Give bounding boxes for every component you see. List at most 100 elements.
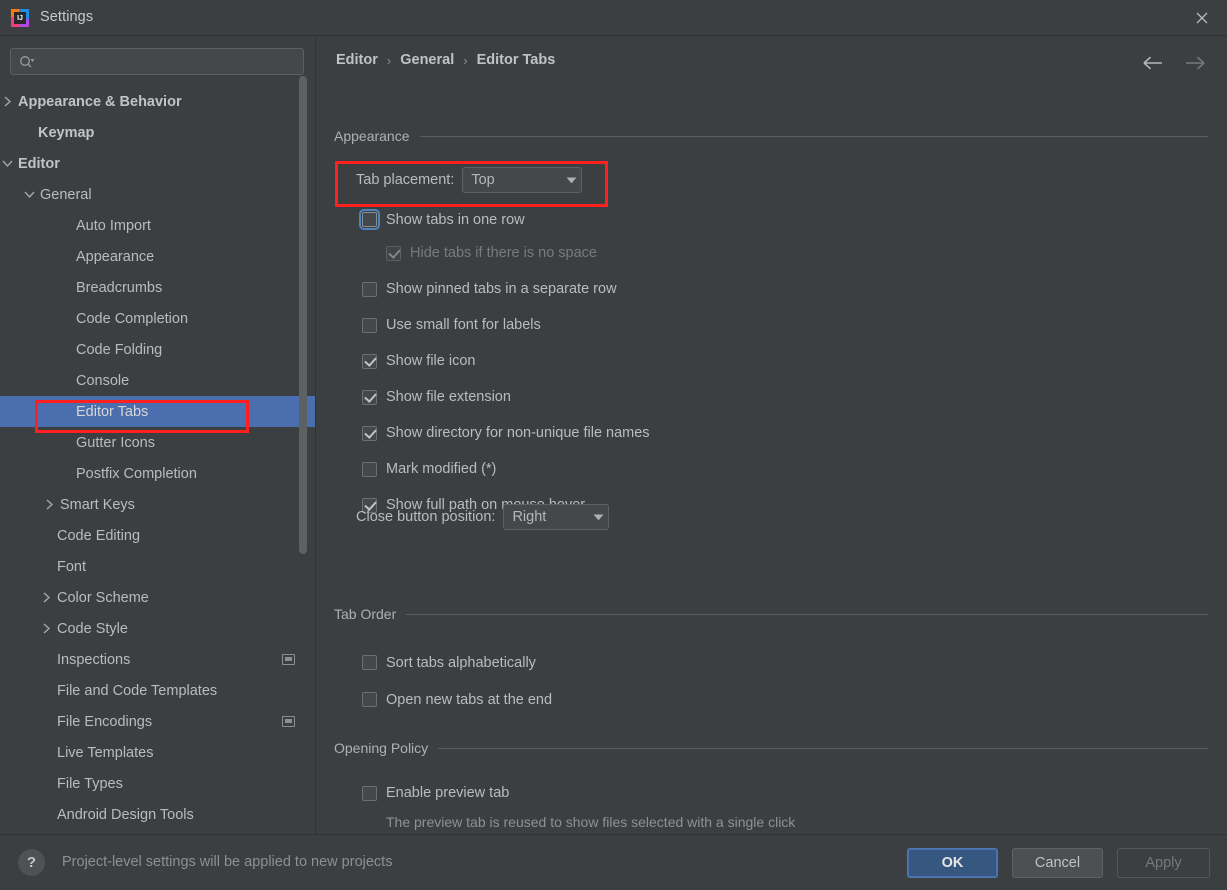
chevron-right-icon[interactable] <box>42 498 56 512</box>
sidebar-item-code-folding[interactable]: Code Folding <box>0 334 315 365</box>
sidebar-item-label: Postfix Completion <box>76 465 197 482</box>
dialog-footer: ? Project-level settings will be applied… <box>0 834 1227 890</box>
chevron-down-icon[interactable] <box>0 157 14 171</box>
arrow-right-icon[interactable] <box>1183 51 1207 75</box>
section-divider <box>406 613 1208 615</box>
sidebar-item-label: Editor <box>18 155 60 172</box>
option-enable-preview-tab[interactable]: Enable preview tab <box>362 778 1122 808</box>
checkbox-sort-tabs-alphabetically[interactable] <box>362 655 377 670</box>
checkbox-show-pinned-tabs-in-a-separate-row[interactable] <box>362 281 377 297</box>
search-input[interactable] <box>37 54 303 69</box>
sidebar-item-auto-import[interactable]: Auto Import <box>0 210 315 241</box>
settings-tree: Appearance & Behavior Keymap Editor General… <box>0 86 315 834</box>
sidebar-item-appearance-behavior[interactable]: Appearance & Behavior <box>0 86 315 117</box>
settings-dialog: IJ Settings Appearance & Behavior Keymap E… <box>0 0 1227 890</box>
sidebar-item-live-templates[interactable]: Live Templates <box>0 737 315 768</box>
option-label: Enable preview tab <box>386 785 510 801</box>
sidebar-item-code-editing[interactable]: Code Editing <box>0 520 315 551</box>
option-hide-tabs-if-there-is-no-space: Hide tabs if there is no space <box>362 235 1062 271</box>
sidebar-item-label: Auto Import <box>76 217 151 234</box>
breadcrumb-item-general[interactable]: General <box>400 52 454 68</box>
search-icon <box>19 54 37 70</box>
checkbox-show-directory-for-non-unique-file-names[interactable] <box>362 425 377 441</box>
option-show-tabs-in-one-row[interactable]: Show tabs in one row <box>359 204 1062 235</box>
sidebar-item-general[interactable]: General <box>0 179 315 210</box>
breadcrumb-separator-icon: › <box>463 52 468 68</box>
help-button[interactable]: ? <box>18 849 45 876</box>
svg-text:IJ: IJ <box>17 15 23 22</box>
sidebar-item-label: Code Editing <box>57 527 141 544</box>
checkbox-enable-preview-tab[interactable] <box>362 785 377 801</box>
checkbox-show-tabs-in-one-row[interactable] <box>359 209 380 230</box>
option-open-new-tabs-at-the-end[interactable]: Open new tabs at the end <box>362 681 1062 718</box>
sidebar-item-code-style[interactable]: Code Style <box>0 613 315 644</box>
settings-sidebar: Appearance & Behavior Keymap Editor General… <box>0 36 315 834</box>
sidebar-item-gutter-icons[interactable]: Gutter Icons <box>0 427 315 458</box>
preview-tab-description-line-1: The preview tab is reused to show files … <box>386 814 796 830</box>
checkbox-open-new-tabs-at-the-end[interactable] <box>362 692 377 707</box>
close-button-position-label: Close button position: <box>356 509 496 525</box>
sidebar-item-font[interactable]: Font <box>0 551 315 582</box>
chevron-down-icon[interactable] <box>22 188 36 202</box>
section-opening-policy: Opening Policy <box>334 740 1208 756</box>
sidebar-item-inspections[interactable]: Inspections <box>0 644 315 675</box>
chevron-right-icon[interactable] <box>39 622 53 636</box>
sidebar-item-editor-tabs[interactable]: Editor Tabs <box>0 396 315 427</box>
window-title: Settings <box>40 9 94 25</box>
tab-placement-label: Tab placement: <box>356 172 455 188</box>
sidebar-item-code-completion[interactable]: Code Completion <box>0 303 315 334</box>
sidebar-item-editor[interactable]: Editor <box>0 148 315 179</box>
close-icon[interactable] <box>1191 7 1213 29</box>
sidebar-item-file-encodings[interactable]: File Encodings <box>0 706 315 737</box>
chevron-right-icon[interactable] <box>0 95 14 109</box>
option-show-directory-for-non-unique-file-names[interactable]: Show directory for non-unique file names <box>362 415 1062 451</box>
option-label: Use small font for labels <box>386 317 541 333</box>
checkbox-hide-tabs-if-there-is-no-space <box>386 245 401 261</box>
section-label: Appearance <box>334 128 410 144</box>
tab-order-options: Sort tabs alphabetically Open new tabs a… <box>362 644 1062 718</box>
tab-placement-dropdown[interactable]: Top <box>462 167 583 193</box>
sidebar-item-appearance[interactable]: Appearance <box>0 241 315 272</box>
sidebar-item-label: Appearance & Behavior <box>18 93 182 110</box>
sidebar-item-smart-keys[interactable]: Smart Keys <box>0 489 315 520</box>
sidebar-item-file-and-code-templates[interactable]: File and Code Templates <box>0 675 315 706</box>
sidebar-item-postfix-completion[interactable]: Postfix Completion <box>0 458 315 489</box>
breadcrumb-item-editor-tabs[interactable]: Editor Tabs <box>477 52 556 68</box>
arrow-left-icon[interactable] <box>1141 51 1165 75</box>
sidebar-item-color-scheme[interactable]: Color Scheme <box>0 582 315 613</box>
checkbox-mark-modified[interactable] <box>362 461 377 477</box>
section-title-opening-policy: Opening Policy <box>334 740 1208 756</box>
sidebar-item-label: Font <box>57 558 87 575</box>
sidebar-item-label: File and Code Templates <box>57 682 218 699</box>
option-show-file-extension[interactable]: Show file extension <box>362 379 1062 415</box>
option-use-small-font-for-labels[interactable]: Use small font for labels <box>362 307 1062 343</box>
sidebar-item-breadcrumbs[interactable]: Breadcrumbs <box>0 272 315 303</box>
sidebar-item-android-design-tools[interactable]: Android Design Tools <box>0 799 315 830</box>
option-sort-tabs-alphabetically[interactable]: Sort tabs alphabetically <box>362 644 1062 681</box>
checkbox-use-small-font-for-labels[interactable] <box>362 317 377 333</box>
cancel-button[interactable]: Cancel <box>1012 848 1103 878</box>
search-box[interactable] <box>10 48 304 75</box>
sidebar-item-file-types[interactable]: File Types <box>0 768 315 799</box>
opening-policy-options: Enable preview tab The preview tab is re… <box>362 778 1122 834</box>
breadcrumb-item-editor[interactable]: Editor <box>336 52 378 68</box>
option-mark-modified[interactable]: Mark modified (*) <box>362 451 1062 487</box>
sidebar-item-label: Inspections <box>57 651 131 668</box>
sidebar-item-console[interactable]: Console <box>0 365 315 396</box>
option-show-file-icon[interactable]: Show file icon <box>362 343 1062 379</box>
sidebar-item-label: Breadcrumbs <box>76 279 163 296</box>
option-label: Show tabs in one row <box>386 211 525 228</box>
chevron-down-icon <box>571 514 604 521</box>
option-show-pinned-tabs-in-a-separate-row[interactable]: Show pinned tabs in a separate row <box>362 271 1062 307</box>
sidebar-item-label: Gutter Icons <box>76 434 155 451</box>
close-button-position-dropdown[interactable]: Right <box>503 504 610 530</box>
option-label: Show file icon <box>386 353 476 369</box>
checkbox-show-file-icon[interactable] <box>362 353 377 369</box>
tab-placement-row: Tab placement: Top <box>356 167 756 193</box>
option-label: Hide tabs if there is no space <box>410 245 597 261</box>
sidebar-item-keymap[interactable]: Keymap <box>0 117 315 148</box>
checkbox-show-file-extension[interactable] <box>362 389 377 405</box>
chevron-right-icon[interactable] <box>39 591 53 605</box>
sidebar-scrollbar-thumb[interactable] <box>299 76 307 554</box>
ok-button[interactable]: OK <box>907 848 998 878</box>
